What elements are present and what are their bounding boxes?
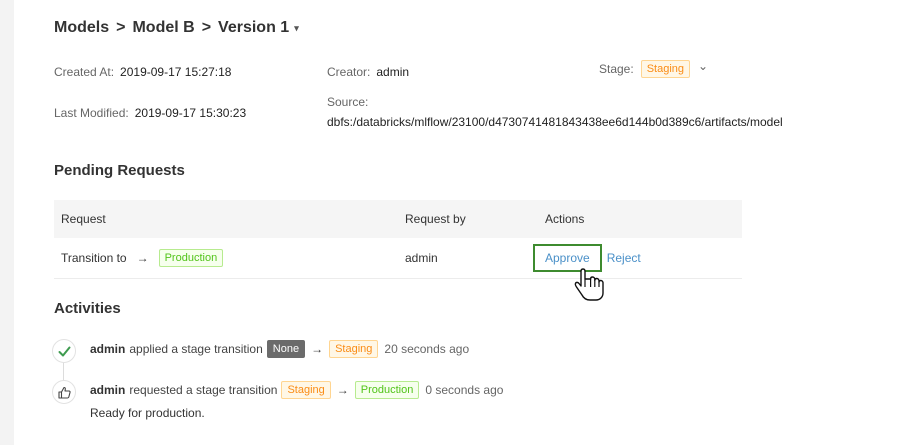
hand-cursor-icon bbox=[574, 267, 608, 308]
last-modified-field: Last Modified: 2019-09-17 15:30:23 bbox=[54, 104, 246, 122]
breadcrumb-separator: > bbox=[201, 19, 212, 36]
arrow-right-icon: → bbox=[136, 251, 149, 265]
created-at-label: Created At: bbox=[54, 65, 115, 79]
reject-button[interactable]: Reject bbox=[607, 251, 641, 265]
request-cell: Transition to → Production bbox=[61, 238, 224, 278]
breadcrumb-separator: > bbox=[116, 19, 126, 36]
activity-item: admin applied a stage transition None → … bbox=[90, 339, 469, 359]
activity-user: admin bbox=[90, 383, 126, 397]
version-dropdown-icon[interactable]: ▾ bbox=[294, 23, 299, 34]
activities-title: Activities bbox=[54, 300, 121, 317]
table-header: Request Request by Actions bbox=[54, 200, 742, 238]
column-header-request-by: Request by bbox=[405, 212, 466, 226]
table-row: Transition to → Production admin Approve… bbox=[54, 238, 742, 279]
source-path[interactable]: dbfs:/databricks/mlflow/23100/d473074148… bbox=[327, 115, 783, 129]
breadcrumb-version[interactable]: Version 1 bbox=[218, 19, 289, 37]
activity-time: 0 seconds ago bbox=[425, 383, 504, 397]
thumbs-up-icon bbox=[52, 380, 76, 404]
source-label: Source: bbox=[327, 95, 369, 109]
breadcrumb-model-link[interactable]: Model B bbox=[132, 19, 194, 37]
pending-requests-title: Pending Requests bbox=[54, 162, 185, 179]
target-stage-badge: Production bbox=[158, 249, 224, 267]
breadcrumb: Models > Model B > Version 1 ▾ bbox=[54, 17, 299, 39]
source-field: Source: dbfs:/databricks/mlflow/23100/d4… bbox=[327, 95, 783, 129]
request-by-value: admin bbox=[405, 251, 438, 265]
last-modified-value: 2019-09-17 15:30:23 bbox=[134, 106, 247, 120]
activity-time: 20 seconds ago bbox=[384, 342, 470, 356]
arrow-right-icon: → bbox=[311, 342, 324, 356]
activity-action: applied a stage transition bbox=[129, 342, 263, 356]
stage-badge: Staging bbox=[640, 60, 691, 78]
pending-requests-table: Request Request by Actions Transition to… bbox=[54, 200, 742, 279]
last-modified-label: Last Modified: bbox=[54, 106, 129, 120]
activity-item: admin requested a stage transition Stagi… bbox=[90, 380, 503, 400]
creator-field: Creator: admin bbox=[327, 63, 409, 81]
created-at-value: 2019-09-17 15:27:18 bbox=[120, 65, 232, 79]
check-icon bbox=[52, 339, 76, 363]
stage-dropdown-icon[interactable]: ⌄ bbox=[698, 59, 708, 73]
activity-user: admin bbox=[90, 342, 126, 356]
from-stage-badge: None bbox=[266, 340, 306, 358]
creator-value: admin bbox=[376, 65, 410, 79]
request-text: Transition to bbox=[61, 251, 127, 265]
to-stage-badge: Staging bbox=[329, 340, 379, 358]
to-stage-badge: Production bbox=[354, 381, 420, 399]
creator-label: Creator: bbox=[327, 65, 371, 79]
from-stage-badge: Staging bbox=[281, 381, 331, 399]
column-header-actions: Actions bbox=[545, 212, 585, 226]
activity-comment: Ready for production. bbox=[90, 406, 205, 420]
column-header-request: Request bbox=[61, 212, 106, 226]
created-at-field: Created At: 2019-09-17 15:27:18 bbox=[54, 63, 231, 81]
arrow-right-icon: → bbox=[336, 383, 349, 397]
stage-field: Stage: Staging ⌄ bbox=[599, 59, 708, 78]
activity-action: requested a stage transition bbox=[129, 383, 278, 397]
left-sidebar-strip bbox=[0, 0, 14, 445]
stage-label: Stage: bbox=[599, 62, 634, 76]
breadcrumb-models-link[interactable]: Models bbox=[54, 19, 109, 37]
